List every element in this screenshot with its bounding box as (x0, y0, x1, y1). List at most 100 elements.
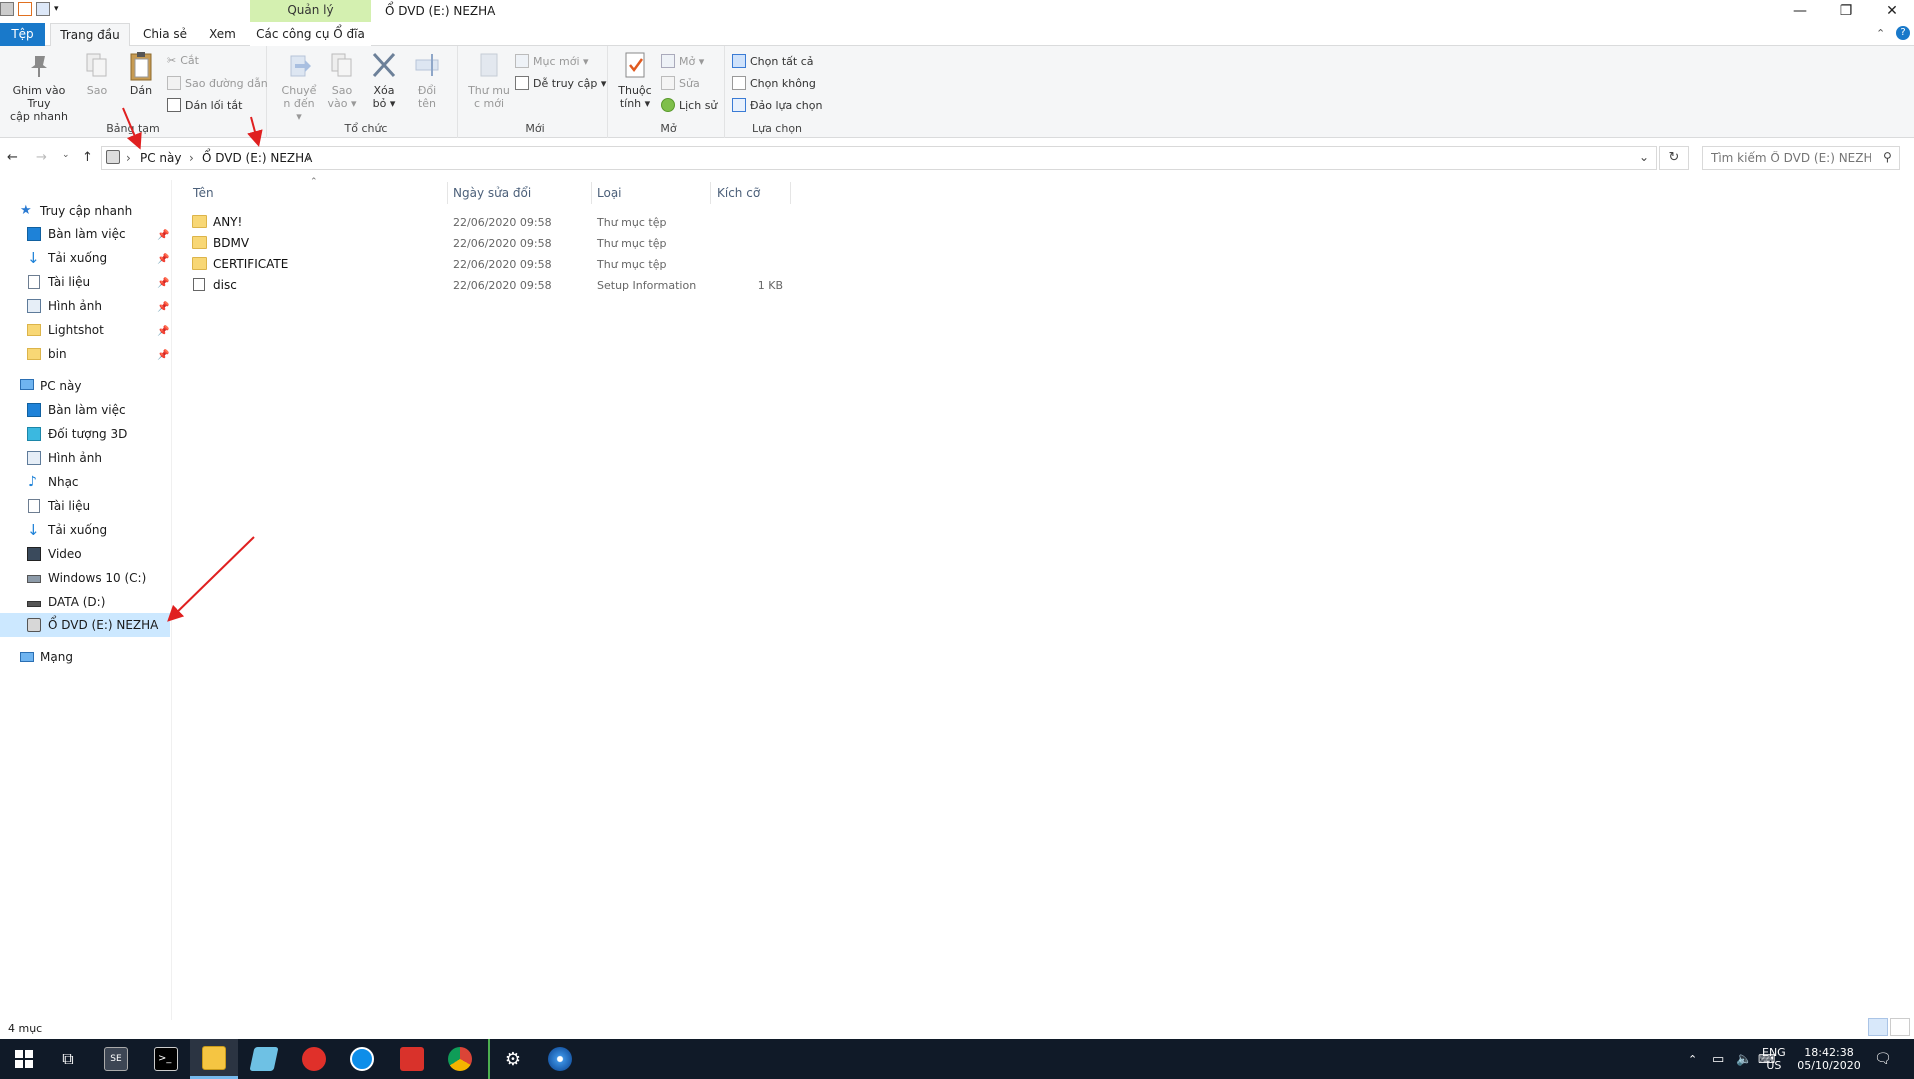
notifications-icon[interactable]: 🗨 (1874, 1039, 1892, 1079)
pin-icon[interactable]: 📌 (157, 273, 169, 295)
nav-drive-d[interactable]: DATA (D:) (0, 591, 170, 613)
taskbar-media-app[interactable] (536, 1039, 584, 1079)
search-box[interactable]: ⚲ (1702, 146, 1900, 170)
language-indicator[interactable]: ENG US (1762, 1039, 1786, 1079)
open-button[interactable]: Mở ▾ (661, 54, 704, 68)
nav-quick-desktop[interactable]: Bàn làm việc 📌 (0, 223, 170, 245)
large-icons-view-icon[interactable] (1890, 1018, 1910, 1036)
copy-path-button[interactable]: Sao đường dẫn (167, 76, 268, 90)
search-input[interactable] (1711, 151, 1871, 165)
taskbar-chrome[interactable] (436, 1039, 484, 1079)
column-header-date[interactable]: Ngày sửa đổi (453, 186, 531, 200)
nav-quick-access[interactable]: ★ Truy cập nhanh (0, 200, 170, 222)
details-view-icon[interactable] (1868, 1018, 1888, 1036)
close-button[interactable]: ✕ (1869, 0, 1914, 22)
tab-view[interactable]: Xem (200, 23, 245, 46)
pin-icon[interactable]: 📌 (157, 345, 169, 367)
clock[interactable]: 18:42:38 05/10/2020 (1796, 1039, 1862, 1079)
taskbar-file-explorer[interactable] (190, 1039, 238, 1079)
select-all-button[interactable]: Chọn tất cả (732, 54, 814, 68)
minimize-button[interactable]: — (1777, 0, 1823, 22)
delete-button[interactable]: Xóa bỏ ▾ (367, 50, 401, 110)
new-folder-button[interactable]: Thư mu c mới (467, 50, 511, 110)
volume-icon[interactable]: 🔈 (1736, 1039, 1752, 1079)
tab-file[interactable]: Tệp (0, 23, 45, 46)
back-arrow-icon[interactable]: ← (7, 150, 18, 165)
taskbar-app-snail[interactable] (290, 1039, 338, 1079)
nav-pc-videos[interactable]: Video (0, 543, 170, 565)
taskbar-settings-app[interactable]: ⚙ (488, 1039, 536, 1079)
file-row[interactable]: BDMV 22/06/2020 09:58 Thư mục tệp (189, 233, 794, 254)
maximize-button[interactable]: ❐ (1823, 0, 1869, 22)
column-divider[interactable] (710, 182, 711, 204)
taskbar-cloud-app[interactable] (388, 1039, 436, 1079)
new-item-button[interactable]: Mục mới ▾ (515, 54, 589, 68)
help-icon[interactable]: ? (1896, 26, 1910, 40)
properties-button[interactable]: Thuộc tính ▾ (616, 50, 654, 110)
file-row[interactable]: ANY! 22/06/2020 09:58 Thư mục tệp (189, 212, 794, 233)
taskbar-teamviewer[interactable] (338, 1039, 386, 1079)
breadcrumb-pc[interactable]: PC này (140, 151, 182, 165)
breadcrumb-drive[interactable]: Ổ DVD (E:) NEZHA (202, 151, 312, 165)
edit-button[interactable]: Sửa (661, 76, 700, 90)
history-button[interactable]: Lịch sử (661, 98, 717, 112)
paste-shortcut-button[interactable]: Dán lối tắt (167, 98, 242, 112)
tray-overflow-icon[interactable]: ⌃ (1688, 1039, 1697, 1079)
pin-quick-access-button[interactable]: Ghim vào Truy cập nhanh (2, 50, 76, 123)
nav-drive-e[interactable]: Ổ DVD (E:) NEZHA (0, 613, 170, 637)
customize-toolbar-icon[interactable]: ▾ (54, 4, 59, 14)
copy-to-button[interactable]: Sao vào ▾ (323, 50, 361, 110)
address-dropdown-icon[interactable]: ⌄ (1639, 150, 1649, 164)
tab-drive-tools[interactable]: Các công cụ Ổ đĩa (250, 23, 371, 46)
column-header-name[interactable]: Tên (193, 186, 214, 200)
pin-icon[interactable]: 📌 (157, 225, 169, 247)
tab-share[interactable]: Chia sẻ (135, 23, 195, 46)
new-folder-icon[interactable] (36, 2, 50, 16)
nav-pc-pictures[interactable]: Hình ảnh (0, 447, 170, 469)
nav-quick-pictures[interactable]: Hình ảnh 📌 (0, 295, 170, 317)
task-view-button[interactable]: ⧉ (44, 1039, 92, 1079)
taskbar-app-se[interactable]: SE (92, 1039, 140, 1079)
refresh-icon[interactable]: ↻ (1659, 146, 1689, 170)
nav-pc-music[interactable]: ♪ Nhạc (0, 471, 170, 493)
tab-home[interactable]: Trang đầu (50, 23, 130, 46)
address-bar[interactable]: › PC này › Ổ DVD (E:) NEZHA › ⌄ (101, 146, 1657, 170)
network-tray-icon[interactable]: ▭ (1712, 1039, 1724, 1079)
invert-selection-button[interactable]: Đảo lựa chọn (732, 98, 822, 112)
nav-quick-downloads[interactable]: ↓ Tải xuống 📌 (0, 247, 170, 269)
nav-drive-c[interactable]: Windows 10 (C:) (0, 567, 170, 589)
pin-icon[interactable]: 📌 (157, 297, 169, 319)
nav-quick-bin[interactable]: bin 📌 (0, 343, 170, 365)
column-divider[interactable] (591, 182, 592, 204)
column-header-size[interactable]: Kích cỡ (717, 186, 760, 200)
cut-button[interactable]: ✂ Cắt (167, 54, 199, 67)
copy-button[interactable]: Sao (82, 50, 112, 97)
nav-pc-3d-objects[interactable]: Đối tượng 3D (0, 423, 170, 445)
easy-access-button[interactable]: Dễ truy cập ▾ (515, 76, 606, 90)
select-none-button[interactable]: Chọn không (732, 76, 816, 90)
nav-quick-documents[interactable]: Tài liệu 📌 (0, 271, 170, 293)
paste-button[interactable]: Dán (124, 50, 158, 97)
collapse-ribbon-icon[interactable]: ⌃ (1876, 27, 1885, 40)
file-row[interactable]: CERTIFICATE 22/06/2020 09:58 Thư mục tệp (189, 254, 794, 275)
forward-arrow-icon[interactable]: → (36, 150, 47, 165)
taskbar-app-edit[interactable] (240, 1039, 288, 1079)
nav-pc-desktop[interactable]: Bàn làm việc (0, 399, 170, 421)
pin-icon[interactable]: 📌 (157, 321, 169, 343)
column-divider[interactable] (447, 182, 448, 204)
pin-icon[interactable]: 📌 (157, 249, 169, 271)
nav-pc-downloads[interactable]: ↓ Tải xuống (0, 519, 170, 541)
file-row[interactable]: disc 22/06/2020 09:58 Setup Information … (189, 275, 794, 296)
nav-network[interactable]: Mạng (0, 646, 170, 668)
column-header-type[interactable]: Loại (597, 186, 622, 200)
nav-pc-documents[interactable]: Tài liệu (0, 495, 170, 517)
column-divider[interactable] (790, 182, 791, 204)
nav-quick-lightshot[interactable]: Lightshot 📌 (0, 319, 170, 341)
taskbar-terminal[interactable]: >_ (142, 1039, 190, 1079)
rename-button[interactable]: Đổi tên (407, 50, 447, 110)
up-arrow-icon[interactable]: ↑ (82, 150, 93, 165)
recent-locations-icon[interactable]: ⌄ (62, 150, 70, 160)
move-to-button[interactable]: Chuyể n đến ▾ (279, 50, 319, 123)
start-button[interactable] (0, 1039, 48, 1079)
nav-this-pc[interactable]: PC này (0, 375, 170, 397)
